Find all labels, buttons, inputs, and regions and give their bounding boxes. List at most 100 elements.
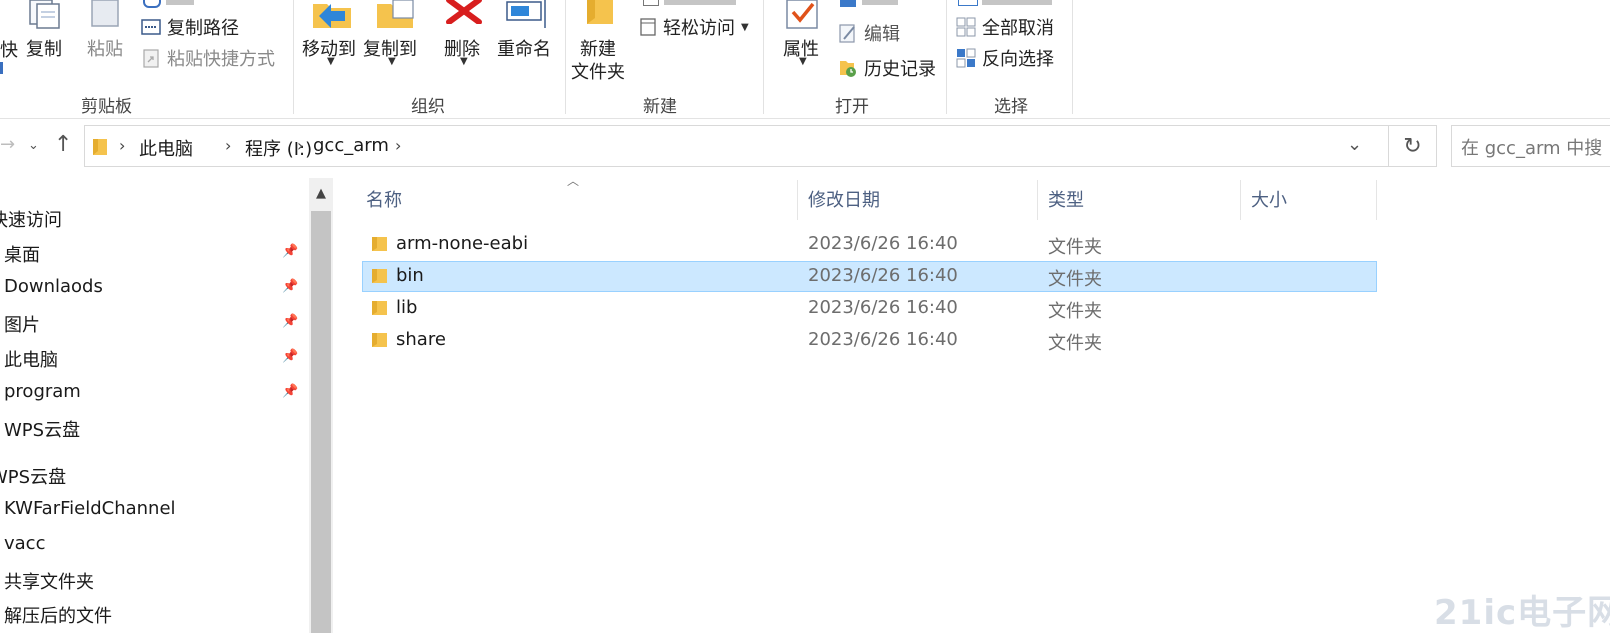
select-none-icon	[956, 17, 976, 37]
up-arrow-icon[interactable]: ↑	[54, 132, 72, 157]
forward-button[interactable]: →	[0, 134, 15, 155]
nav-item-this-pc[interactable]: 此电脑	[4, 346, 58, 372]
rename-button[interactable]: 重命名	[497, 35, 551, 61]
pin-icon: 📌	[282, 279, 299, 294]
file-type: 文件夹	[1048, 333, 1102, 354]
sort-ascending-icon: ︿	[567, 174, 580, 188]
open-icon	[840, 0, 856, 7]
paste-button[interactable]: 粘贴	[87, 35, 123, 61]
copy-button[interactable]: 复制	[26, 35, 62, 61]
nav-item-program[interactable]: program	[4, 381, 81, 402]
cut-button-partial[interactable]: 快	[0, 36, 18, 62]
organize-group-label: 组织	[411, 97, 445, 117]
breadcrumb-chevron-icon[interactable]: ›	[395, 136, 401, 155]
column-header-size[interactable]: 大小	[1251, 186, 1287, 212]
file-date-modified: 2023/6/26 16:40	[808, 265, 958, 286]
copy-to-icon	[377, 0, 414, 28]
file-name: bin	[396, 265, 424, 286]
invert-selection-label: 反向选择	[982, 49, 1054, 70]
invert-selection-button[interactable]: 反向选择	[956, 45, 1054, 71]
column-divider[interactable]	[797, 180, 798, 220]
file-date-modified: 2023/6/26 16:40	[808, 297, 958, 318]
refresh-icon[interactable]: ↻	[1389, 125, 1437, 167]
nav-item-kwfarfieldchannel[interactable]: KWFarFieldChannel	[4, 498, 176, 519]
paste-icon	[91, 0, 119, 27]
properties-icon	[786, 0, 818, 29]
column-header-type[interactable]: 类型	[1048, 186, 1084, 212]
scroll-up-arrow-icon[interactable]: ▲	[309, 178, 333, 208]
file-type: 文件夹	[1048, 269, 1102, 290]
address-bar[interactable]: › 此电脑 › 程序 (I:) › gcc_arm › ⌄	[84, 125, 1389, 167]
copy-icon	[29, 0, 60, 29]
scrollbar-thumb[interactable]	[311, 211, 331, 633]
column-header-date-modified[interactable]: 修改日期	[808, 186, 880, 212]
cut-icon	[143, 0, 161, 8]
history-label: 历史记录	[864, 59, 936, 80]
nav-item-vacc[interactable]: vacc	[4, 533, 45, 554]
new-group-label: 新建	[643, 97, 677, 117]
folder-icon	[372, 269, 387, 283]
watermark: 21ic电子网	[1434, 593, 1610, 633]
edit-icon	[839, 24, 855, 43]
file-name: arm-none-eabi	[396, 233, 529, 254]
table-row[interactable]: lib 2023/6/26 16:40 文件夹	[362, 293, 1377, 324]
history-icon	[840, 61, 856, 77]
file-date-modified: 2023/6/26 16:40	[808, 329, 958, 350]
column-divider[interactable]	[1240, 180, 1241, 220]
nav-item-extracted-files[interactable]: 解压后的文件	[4, 602, 112, 628]
nav-item-quick-access[interactable]: 快速访问	[0, 206, 62, 232]
copy-path-icon	[141, 19, 161, 35]
copy-path-label: 复制路径	[167, 18, 239, 39]
edit-button[interactable]: 编辑	[838, 20, 900, 46]
easy-access-label: 轻松访问	[663, 18, 735, 39]
history-button[interactable]: 历史记录	[838, 55, 936, 81]
column-divider[interactable]	[1376, 180, 1377, 220]
recent-locations-chevron-icon[interactable]: ⌄	[28, 138, 39, 153]
breadcrumb-this-pc[interactable]: 此电脑	[139, 135, 193, 161]
breadcrumb-chevron-icon[interactable]: ›	[119, 136, 125, 155]
search-input[interactable]: 在 gcc_arm 中搜	[1451, 125, 1610, 167]
breadcrumb-gcc-arm[interactable]: gcc_arm	[313, 135, 389, 156]
nav-item-desktop[interactable]: 桌面	[4, 241, 40, 267]
nav-item-wps-cloud-root[interactable]: WPS云盘	[0, 463, 66, 489]
new-folder-icon	[587, 0, 613, 24]
new-folder-button-line2[interactable]: 文件夹	[571, 58, 625, 84]
table-row[interactable]: arm-none-eabi 2023/6/26 16:40 文件夹	[362, 229, 1377, 260]
table-row[interactable]: bin 2023/6/26 16:40 文件夹	[362, 261, 1377, 292]
select-group-label: 选择	[994, 97, 1028, 117]
ribbon-separator	[565, 0, 566, 114]
select-none-button[interactable]: 全部取消	[956, 14, 1054, 40]
nav-item-shared-folder[interactable]: 共享文件夹	[4, 568, 94, 594]
table-row[interactable]: share 2023/6/26 16:40 文件夹	[362, 325, 1377, 356]
easy-access-dropdown-arrow[interactable]: ▼	[741, 22, 749, 33]
delete-dropdown-arrow[interactable]: ▼	[460, 56, 468, 67]
column-divider[interactable]	[1037, 180, 1038, 220]
cut-label-fragment	[166, 0, 194, 5]
new-item-icon	[643, 0, 659, 6]
nav-item-downloads[interactable]: Downlaods	[4, 276, 103, 297]
file-name: lib	[396, 297, 418, 318]
folder-icon	[372, 301, 387, 315]
pin-icon: 📌	[282, 244, 299, 259]
column-header-name[interactable]: 名称	[366, 186, 402, 212]
address-history-dropdown-icon[interactable]: ⌄	[1347, 134, 1362, 155]
delete-icon	[446, 0, 482, 24]
paste-shortcut-button[interactable]: 粘贴快捷方式	[141, 45, 275, 71]
invert-selection-icon	[956, 48, 976, 68]
copy-path-button[interactable]: 复制路径	[141, 14, 239, 40]
pin-icon: 📌	[282, 349, 299, 364]
breadcrumb-chevron-icon[interactable]: ›	[297, 136, 303, 155]
ribbon-separator	[293, 0, 294, 114]
pin-icon: 📌	[282, 384, 299, 399]
copy-to-dropdown-arrow[interactable]: ▼	[388, 56, 396, 67]
easy-access-button[interactable]: 轻松访问 ▼	[639, 14, 749, 40]
select-none-label: 全部取消	[982, 18, 1054, 39]
move-to-dropdown-arrow[interactable]: ▼	[327, 56, 335, 67]
move-to-icon	[313, 4, 351, 28]
open-label-fragment	[862, 0, 898, 5]
breadcrumb-chevron-icon[interactable]: ›	[225, 136, 231, 155]
properties-dropdown-arrow[interactable]: ▼	[799, 56, 807, 67]
file-name: share	[396, 329, 446, 350]
nav-item-pictures[interactable]: 图片	[4, 311, 40, 337]
nav-item-wps-cloud[interactable]: WPS云盘	[4, 416, 80, 442]
